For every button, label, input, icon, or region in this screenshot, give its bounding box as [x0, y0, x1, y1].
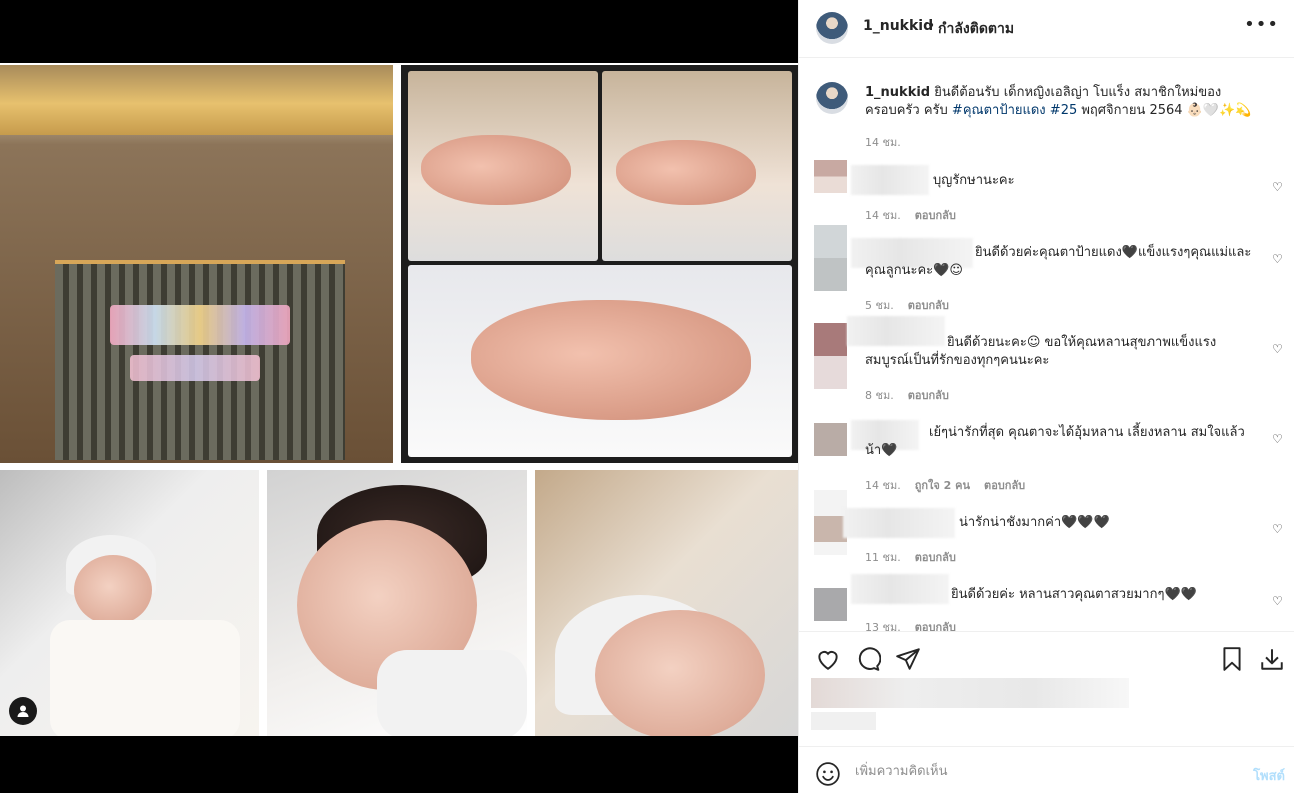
- bookmark-icon[interactable]: [1219, 646, 1245, 672]
- post-button[interactable]: โพสต์: [1253, 765, 1285, 786]
- user-tag-icon[interactable]: [9, 697, 37, 725]
- heart-icon[interactable]: ♡: [1272, 432, 1283, 446]
- heart-icon[interactable]: ♡: [1272, 252, 1283, 266]
- caption-username[interactable]: 1_nukkid: [865, 85, 930, 100]
- blurred-likes: [811, 678, 1129, 708]
- send-icon[interactable]: [895, 646, 921, 672]
- comment-meta: 8 ชม. ตอบกลับ: [865, 389, 949, 402]
- heart-icon[interactable]: ♡: [1272, 180, 1283, 194]
- download-icon[interactable]: [1259, 646, 1285, 672]
- comment-text: ยินดีด้วยค่ะคุณตาป้ายแดง🖤แข็งแรงๆคุณแม่แ…: [975, 245, 1252, 260]
- add-comment-bar: โพสต์: [799, 746, 1294, 793]
- comment-text: คุณลูกนะคะ🖤☺: [865, 263, 963, 278]
- photo-baby-scale: [401, 65, 798, 463]
- reply-button[interactable]: ตอบกลับ: [908, 389, 949, 402]
- heart-icon[interactable]: ♡: [1272, 342, 1283, 356]
- hashtag-link[interactable]: #25: [1050, 103, 1077, 118]
- avatar[interactable]: [816, 12, 848, 44]
- hashtag-link[interactable]: #คุณตาป้ายแดง: [952, 103, 1046, 118]
- blurred-username: [847, 316, 945, 346]
- reply-button[interactable]: ตอบกลับ: [915, 551, 956, 564]
- post-header: 1_nukkid • กำลังติดตาม •••: [799, 0, 1294, 58]
- photo-baby-closeup: [267, 470, 527, 736]
- comment-icon[interactable]: [855, 646, 881, 672]
- avatar[interactable]: [816, 82, 848, 114]
- smiley-icon[interactable]: [815, 761, 841, 787]
- comment-text: สมบูรณ์เป็นที่รักของทุกๆคนนะคะ: [865, 353, 1050, 368]
- photo-baby-sleeping: [0, 470, 259, 736]
- comment-meta: 14 ชม. ถูกใจ 2 คน ตอบกลับ: [865, 479, 1026, 492]
- caption-text: 1_nukkid ยินดีต้อนรับ เด็กหญิงเอลิญ่า โบ…: [865, 84, 1275, 120]
- photo-welcome-wall: [0, 65, 393, 463]
- comment-input[interactable]: [855, 759, 1215, 783]
- heart-icon[interactable]: [815, 646, 841, 672]
- photo-collage: [0, 63, 798, 736]
- photo-baby-hat: [535, 470, 798, 736]
- likes-count[interactable]: ถูกใจ 2 คน: [915, 479, 970, 492]
- reply-button[interactable]: ตอบกลับ: [908, 299, 949, 312]
- comment-meta: 14 ชม. ตอบกลับ: [865, 209, 956, 222]
- blurred-username: [851, 574, 949, 604]
- comment-text: ยินดีด้วยค่ะ หลานสาวคุณตาสวยมากๆ🖤🖤: [951, 587, 1197, 602]
- comment-meta: 5 ชม. ตอบกลับ: [865, 299, 949, 312]
- caption-date: พฤศจิกายน 2564 👶🏻🤍✨💫: [1077, 103, 1252, 118]
- blurred-timestamp: [811, 712, 876, 730]
- post-media[interactable]: [0, 0, 798, 793]
- reply-button[interactable]: ตอบกลับ: [984, 479, 1025, 492]
- heart-icon[interactable]: ♡: [1272, 594, 1283, 608]
- caption-time: 14 ชม.: [865, 136, 901, 149]
- comment-text: น้า🖤: [865, 443, 898, 458]
- comment-meta: 11 ชม. ตอบกลับ: [865, 551, 956, 564]
- comment-text: ยินดีด้วยนะคะ☺ ขอให้คุณหลานสุขภาพแข็งแรง: [947, 335, 1217, 350]
- post-side-panel: 1_nukkid • กำลังติดตาม ••• 1_nukkid ยินด…: [798, 0, 1294, 793]
- avatar[interactable]: [814, 423, 847, 456]
- following-button[interactable]: กำลังติดตาม: [938, 18, 1014, 40]
- reply-button[interactable]: ตอบกลับ: [915, 209, 956, 222]
- avatar[interactable]: [814, 225, 847, 291]
- avatar[interactable]: [814, 160, 847, 193]
- comment-text: น่ารักน่าชังมากค่า🖤🖤🖤: [959, 515, 1110, 530]
- heart-icon[interactable]: ♡: [1272, 522, 1283, 536]
- blurred-username: [843, 508, 955, 538]
- instagram-post-view: 1_nukkid • กำลังติดตาม ••• 1_nukkid ยินด…: [0, 0, 1294, 793]
- avatar[interactable]: [814, 323, 847, 389]
- comment-text: บุญรักษานะคะ: [933, 173, 1015, 188]
- more-horizontal-icon[interactable]: •••: [1244, 14, 1279, 35]
- avatar[interactable]: [814, 588, 847, 621]
- blurred-username: [851, 165, 929, 195]
- separator-dot: •: [927, 18, 936, 34]
- header-username[interactable]: 1_nukkid: [863, 18, 933, 34]
- comment-text: เย้ๆน่ารักที่สุด คุณตาจะได้อุ้มหลาน เลี้…: [929, 425, 1245, 440]
